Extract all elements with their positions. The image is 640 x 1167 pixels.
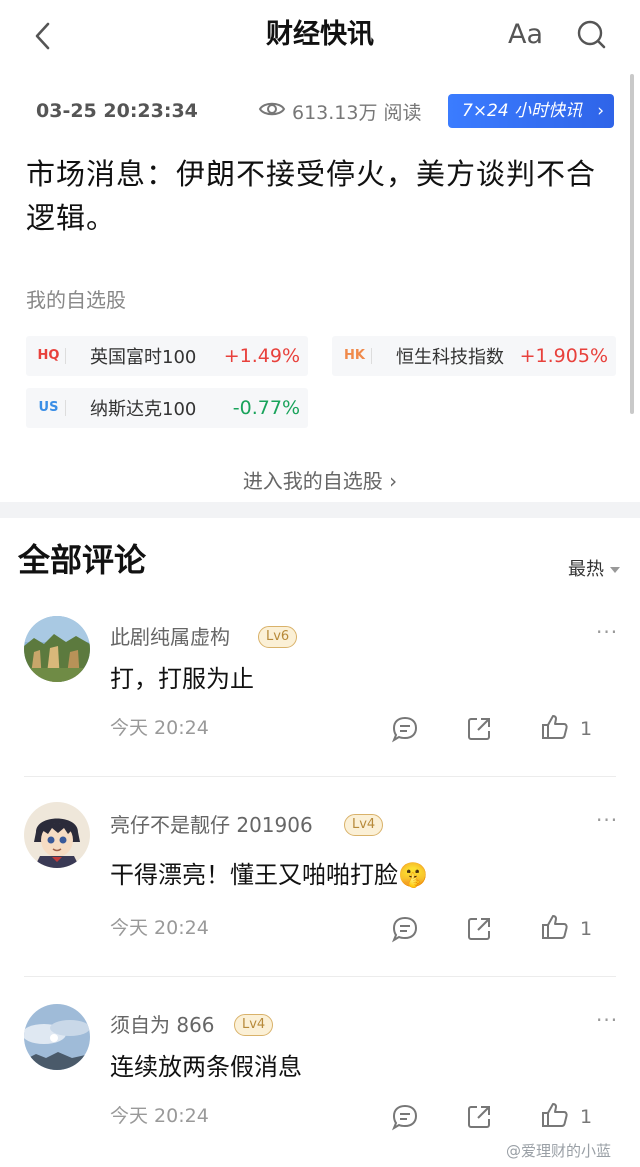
live-news-badge-label: 7×24 小时快讯 xyxy=(462,101,583,121)
scrollbar[interactable] xyxy=(630,74,634,414)
comments-title: 全部评论 xyxy=(18,541,147,579)
view-count: 613.13万 阅读 xyxy=(258,96,422,126)
comment-time: 今天 20:24 xyxy=(110,1105,209,1127)
share-icon[interactable] xyxy=(464,714,494,744)
market-tag: US xyxy=(32,400,66,416)
level-badge: Lv4 xyxy=(344,814,384,836)
news-headline: 市场消息：伊朗不接受停火，美方谈判不合逻辑。 xyxy=(26,157,597,235)
level-badge: Lv6 xyxy=(258,626,298,648)
comment-text: 连续放两条假消息 xyxy=(110,1053,302,1081)
comment-time: 今天 20:24 xyxy=(110,917,209,939)
avatar[interactable] xyxy=(24,1004,90,1070)
username[interactable]: 此剧纯属虚构 xyxy=(110,622,230,652)
like-count: 1 xyxy=(580,1106,593,1128)
like-count: 1 xyxy=(580,718,593,740)
stock-change: +1.49% xyxy=(223,345,300,367)
sort-dropdown[interactable]: 最热 xyxy=(568,556,620,584)
watchlist-title: 我的自选股 xyxy=(26,288,126,312)
stock-name: 恒生科技指数 xyxy=(396,347,504,368)
username[interactable]: 亮仔不是靓仔 201906 xyxy=(110,810,313,840)
share-icon[interactable] xyxy=(464,1102,494,1132)
caret-down-icon xyxy=(610,567,620,573)
stock-item-ftse100[interactable]: HQ 英国富时100 +1.49% xyxy=(26,336,308,376)
eye-icon xyxy=(258,99,292,124)
avatar[interactable] xyxy=(24,616,90,682)
stock-name: 纳斯达克100 xyxy=(90,399,197,420)
level-badge: Lv4 xyxy=(234,1014,274,1036)
like-icon[interactable] xyxy=(540,912,570,942)
more-options-icon[interactable]: ··· xyxy=(596,1010,618,1030)
reply-icon[interactable] xyxy=(390,714,420,744)
more-options-icon[interactable]: ··· xyxy=(596,622,618,642)
live-news-badge[interactable]: 7×24 小时快讯 › xyxy=(448,94,614,128)
comment-time: 今天 20:24 xyxy=(110,717,209,739)
comment-divider xyxy=(24,776,616,777)
top-bar: 财经快讯 Aa xyxy=(0,0,640,70)
share-icon[interactable] xyxy=(464,914,494,944)
stock-name: 英国富时100 xyxy=(90,347,197,368)
comment-text: 打，打服为止 xyxy=(110,665,254,693)
comment-divider xyxy=(24,976,616,977)
username[interactable]: 须自为 866 xyxy=(110,1010,215,1040)
news-timestamp: 03-25 20:23:34 xyxy=(36,100,198,122)
reply-icon[interactable] xyxy=(390,914,420,944)
font-size-button[interactable]: Aa xyxy=(508,16,543,54)
stock-change: +1.905% xyxy=(519,345,608,367)
stock-item-hstech[interactable]: HK 恒生科技指数 +1.905% xyxy=(332,336,616,376)
like-icon[interactable] xyxy=(540,1100,570,1130)
market-tag: HQ xyxy=(32,348,66,364)
like-icon[interactable] xyxy=(540,712,570,742)
search-icon[interactable] xyxy=(572,14,612,54)
page-title: 财经快讯 xyxy=(266,19,374,50)
market-tag: HK xyxy=(338,348,372,364)
section-divider xyxy=(0,502,640,518)
avatar[interactable] xyxy=(24,802,90,868)
reply-icon[interactable] xyxy=(390,1102,420,1132)
like-count: 1 xyxy=(580,918,593,940)
sort-label: 最热 xyxy=(568,559,604,580)
stock-item-nasdaq100[interactable]: US 纳斯达克100 -0.77% xyxy=(26,388,308,428)
stock-change: -0.77% xyxy=(232,397,300,419)
watermark: @爱理财的小蓝 xyxy=(506,1142,612,1160)
chevron-right-icon: › xyxy=(597,101,604,121)
comment-text: 干得漂亮！懂王又啪啪打脸🤫 xyxy=(110,861,428,889)
enter-watchlist-link[interactable]: 进入我的自选股 › xyxy=(0,466,640,496)
more-options-icon[interactable]: ··· xyxy=(596,810,618,830)
view-count-text: 613.13万 阅读 xyxy=(292,101,422,124)
